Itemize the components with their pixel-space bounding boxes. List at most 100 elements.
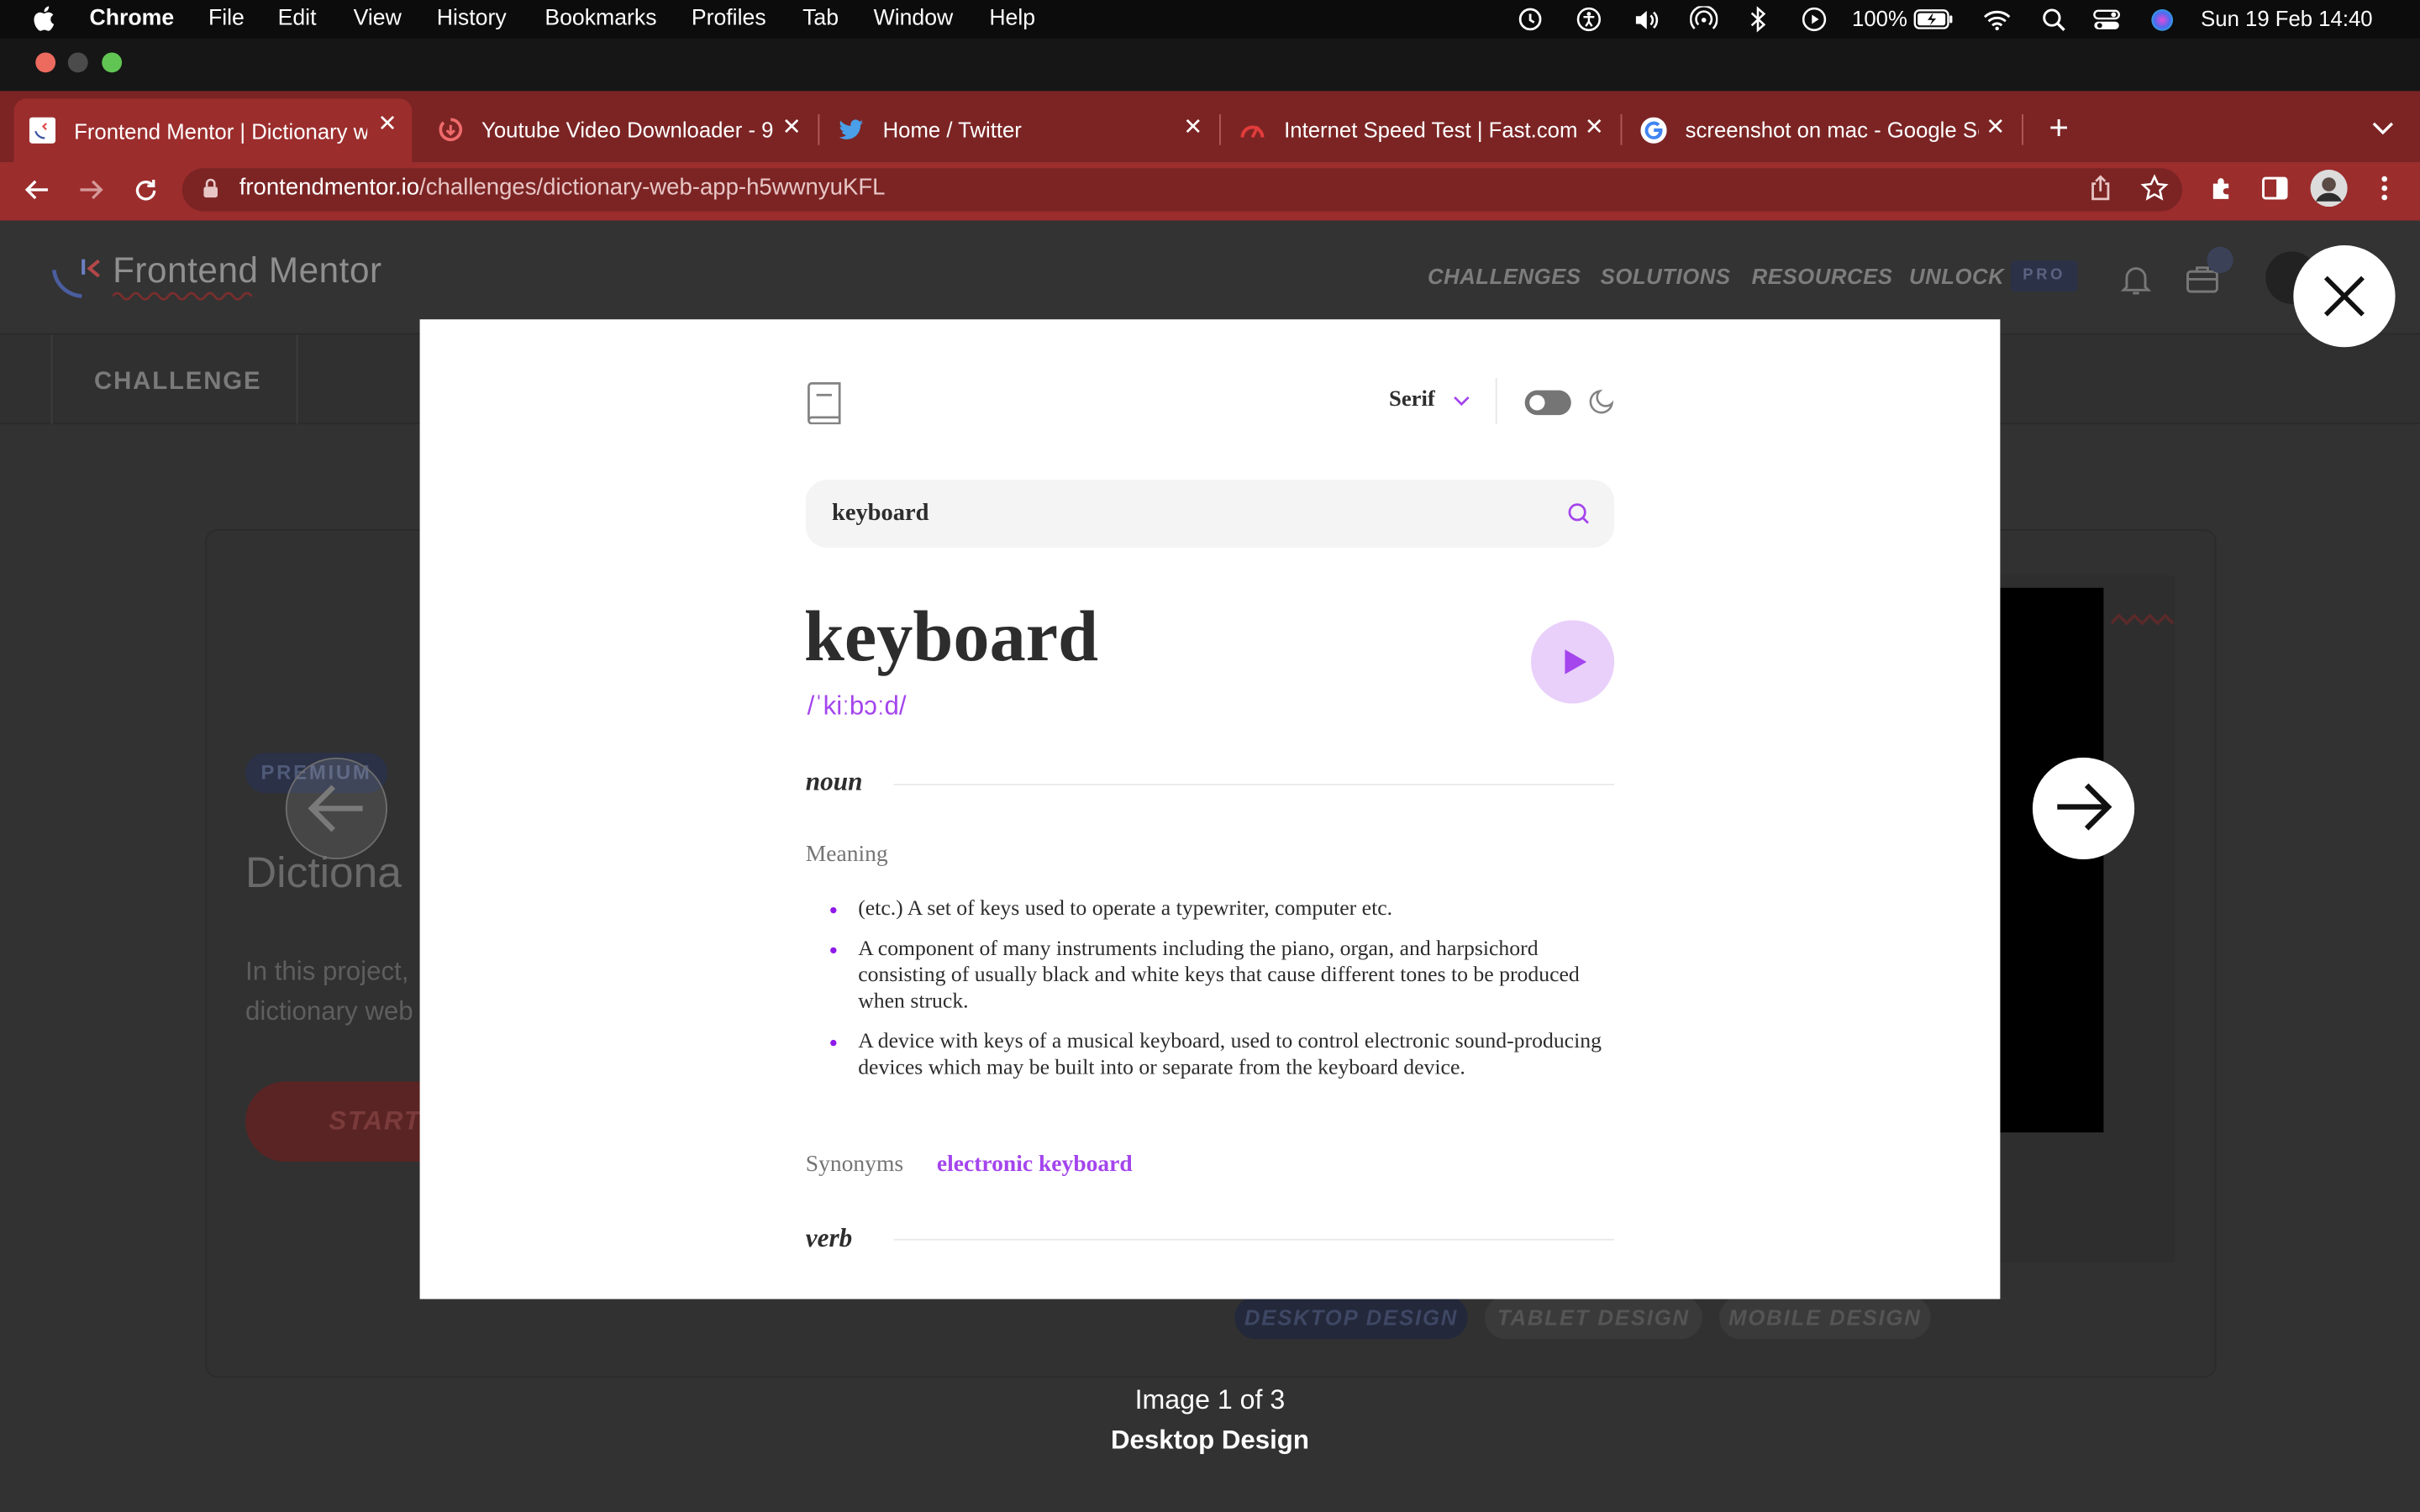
control-center-icon[interactable] [2093, 6, 2121, 32]
menu-chrome[interactable]: Chrome [90, 6, 175, 30]
forward-arrow-icon[interactable] [74, 173, 108, 207]
menu-profiles[interactable]: Profiles [692, 6, 766, 30]
site-logo-text[interactable]: Frontend Mentor [113, 250, 382, 292]
book-logo-icon [808, 382, 841, 425]
tab-youtube-downloader[interactable]: Youtube Video Downloader - 9 ✕ [421, 102, 816, 157]
definition-item: A device with keys of a musical keyboard… [858, 1030, 1602, 1080]
next-image-button[interactable] [2032, 757, 2135, 860]
menu-help[interactable]: Help [989, 6, 1035, 30]
fast-icon [1239, 117, 1265, 143]
menu-tab[interactable]: Tab [802, 6, 839, 30]
subnav-challenge-label: CHALLENGE [94, 368, 262, 396]
arrow-right-icon [2057, 783, 2112, 831]
close-tab-icon[interactable]: ✕ [1582, 115, 1607, 140]
desktop-design-tab[interactable]: DESKTOP DESIGN [1234, 1295, 1468, 1340]
previous-image-button[interactable] [285, 757, 388, 860]
battery-percent: 100% [1852, 6, 1907, 31]
tab-fast-com[interactable]: Internet Speed Test | Fast.com ✕ [1224, 102, 1619, 157]
tab-label: Frontend Mentor | Dictionary w [74, 118, 368, 143]
minimize-window-button[interactable] [67, 52, 88, 73]
close-tab-icon[interactable]: ✕ [780, 115, 804, 140]
profile-avatar[interactable] [2310, 170, 2348, 207]
siri-icon[interactable] [2149, 6, 2176, 32]
play-status-icon[interactable] [1800, 6, 1828, 32]
logo-squiggle-icon [113, 291, 253, 301]
mobile-design-tab[interactable]: MOBILE DESIGN [1719, 1295, 1931, 1340]
definition-bullet [830, 1039, 837, 1047]
screen: Chrome File Edit View History Bookmarks … [0, 0, 2420, 1512]
close-tab-icon[interactable]: ✕ [1181, 115, 1205, 140]
phonetic-text: /ˈkiːbɔːd/ [807, 690, 907, 721]
nav-solutions[interactable]: SOLUTIONS [1601, 264, 1731, 288]
google-icon [1640, 116, 1667, 143]
zoom-window-button[interactable] [102, 52, 123, 73]
tablet-design-tab[interactable]: TABLET DESIGN [1484, 1295, 1702, 1340]
nav-challenges[interactable]: CHALLENGES [1428, 264, 1581, 288]
close-tab-icon[interactable]: ✕ [1983, 115, 2007, 140]
tab-frontend-mentor[interactable]: Frontend Mentor | Dictionary w ✕ [13, 98, 413, 162]
reload-icon[interactable] [128, 173, 161, 207]
menu-window[interactable]: Window [874, 6, 954, 30]
menu-clock[interactable]: Sun 19 Feb 14:40 [2201, 6, 2372, 30]
close-lightbox-button[interactable] [2293, 245, 2396, 348]
close-tab-icon[interactable]: ✕ [375, 112, 399, 137]
battery-icon[interactable] [1913, 6, 1954, 32]
description-line: In this project, [245, 956, 409, 986]
description-line: dictionary web [245, 996, 413, 1026]
volume-icon[interactable] [1633, 6, 1660, 32]
frontend-mentor-logo-icon[interactable] [50, 255, 102, 301]
theme-toggle-knob [1529, 395, 1545, 411]
airdrop-icon[interactable] [1690, 6, 1718, 32]
menu-bookmarks[interactable]: Bookmarks [544, 6, 656, 30]
tab-separator [1620, 113, 1623, 145]
chrome-menu-icon[interactable] [2369, 173, 2400, 204]
menu-history[interactable]: History [437, 6, 507, 30]
challenge-description: In this project, dictionary web [245, 952, 446, 1032]
close-icon [2323, 276, 2365, 317]
menu-edit[interactable]: Edit [278, 6, 317, 30]
image-caption: Desktop Design [1110, 1425, 1309, 1456]
frontend-mentor-icon [29, 117, 56, 144]
definition-item: (etc.) A set of keys used to operate a t… [858, 897, 1393, 921]
new-tab-button[interactable]: + [2042, 110, 2075, 144]
window-title-bar [0, 38, 2420, 92]
font-chevron-down-icon[interactable] [1452, 393, 1470, 408]
search-icon[interactable] [1566, 501, 1591, 526]
tab-twitter[interactable]: Home / Twitter ✕ [823, 102, 1218, 157]
tab-separator [2022, 113, 2023, 145]
meaning-label: Meaning [805, 842, 888, 868]
bookmark-star-icon[interactable] [2139, 173, 2170, 204]
menu-view[interactable]: View [354, 6, 402, 30]
back-arrow-icon[interactable] [20, 173, 54, 207]
pro-badge: PRO [2011, 260, 2078, 292]
apple-logo-icon[interactable] [31, 3, 59, 34]
design-preview-image[interactable] [2000, 587, 2104, 1133]
accessibility-icon[interactable] [1574, 6, 1602, 32]
font-selector[interactable]: Serif [1389, 387, 1435, 413]
header-divider [1495, 377, 1497, 425]
side-panel-icon[interactable] [2260, 173, 2291, 204]
notification-bell-icon[interactable] [2118, 260, 2154, 297]
share-icon[interactable] [2085, 173, 2116, 204]
tab-label: Youtube Video Downloader - 9 [481, 117, 774, 142]
nav-resources[interactable]: RESOURCES [1752, 264, 1893, 288]
url-domain: frontendmentor.io [239, 174, 420, 201]
bluetooth-icon[interactable] [1744, 6, 1771, 33]
synonym-link[interactable]: electronic keyboard [937, 1152, 1133, 1179]
tab-label: Internet Speed Test | Fast.com [1284, 117, 1578, 142]
noun-divider [893, 784, 1615, 785]
url-text[interactable]: frontendmentor.io/challenges/dictionary-… [239, 175, 886, 201]
lock-icon[interactable] [203, 177, 219, 199]
nav-unlock[interactable]: UNLOCK [1909, 264, 2004, 288]
tab-google-search[interactable]: screenshot on mac - Google Se ✕ [1625, 102, 2020, 157]
time-machine-icon[interactable] [1516, 6, 1544, 32]
tab-separator [1218, 113, 1221, 145]
menu-file[interactable]: File [208, 6, 245, 30]
extensions-puzzle-icon[interactable] [2207, 173, 2238, 204]
wifi-icon[interactable] [1983, 6, 2011, 32]
tab-search-chevron-icon[interactable] [2369, 116, 2396, 140]
close-window-button[interactable] [35, 52, 56, 73]
spotlight-icon[interactable] [2040, 6, 2068, 32]
preview-squiggle-icon [2111, 613, 2175, 626]
arrow-left-icon [308, 785, 363, 832]
